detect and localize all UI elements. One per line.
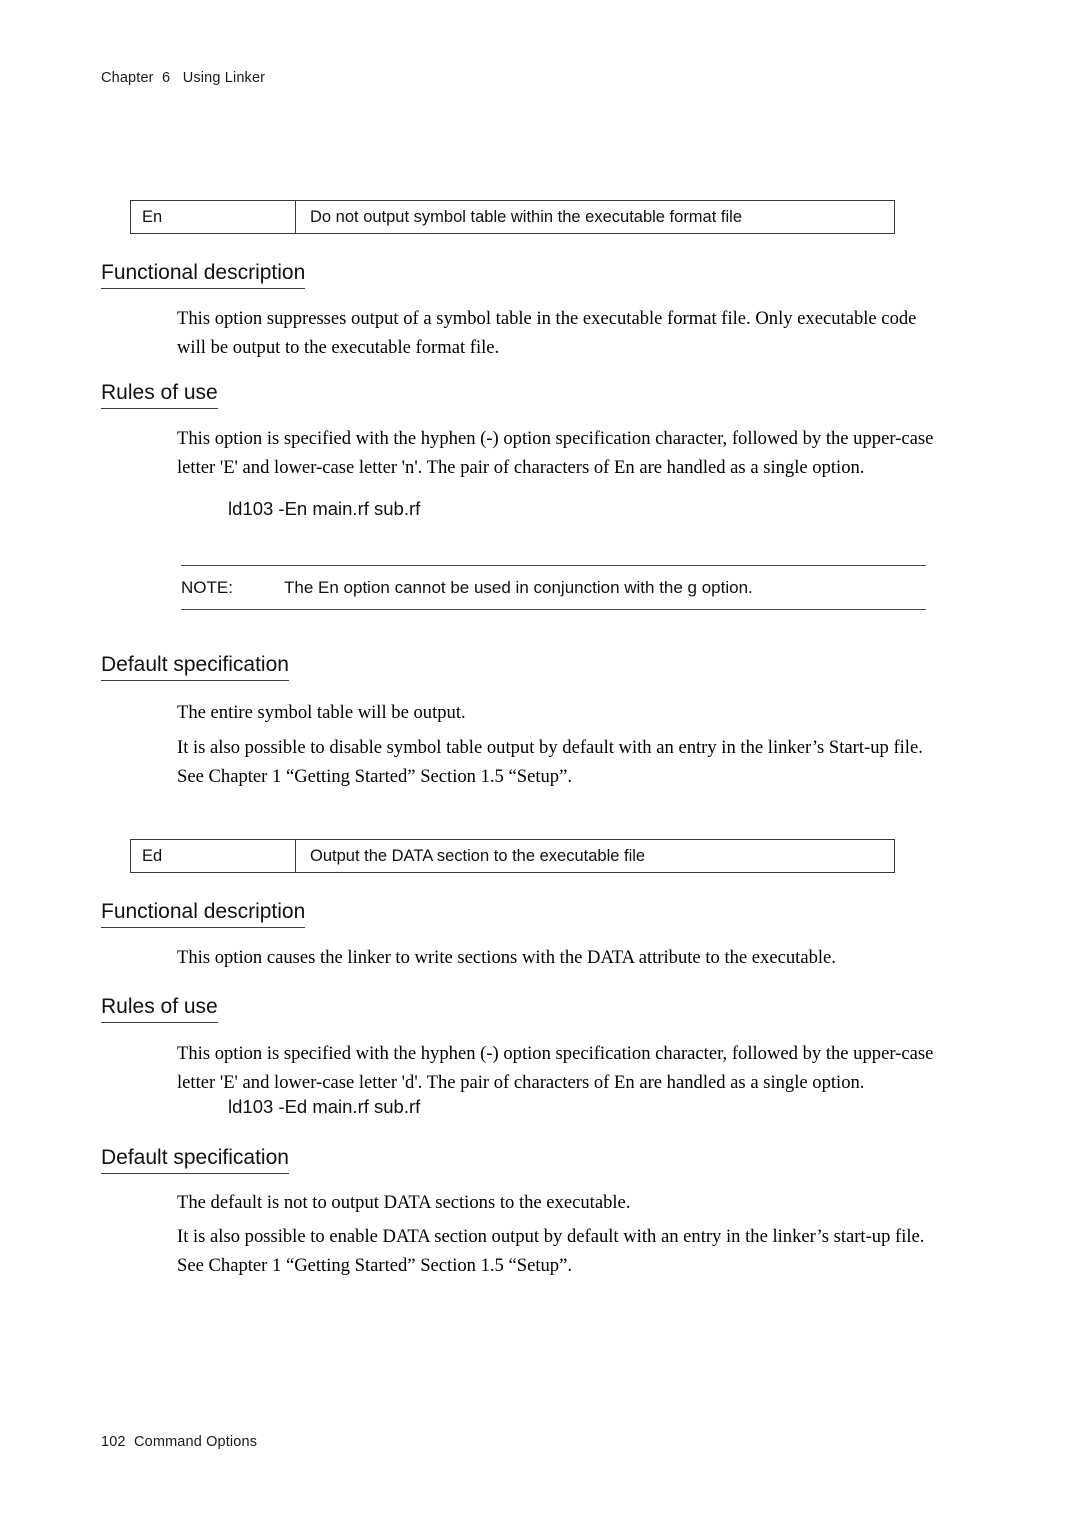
note-label: NOTE: (181, 578, 233, 597)
paragraph-line: This option is specified with the hyphen… (177, 1043, 934, 1064)
paragraph-rules-of-use-ed: This option is specified with the hyphen… (177, 1039, 933, 1097)
paragraph-line: letter 'E' and lower-case letter 'd'. Th… (177, 1072, 865, 1093)
paragraph-line: This option is specified with the hyphen… (177, 428, 934, 449)
paragraph-default-specification-en-1: The entire symbol table will be output. (177, 698, 933, 727)
running-foot: 102 Command Options (101, 1434, 258, 1450)
paragraph-functional-description-ed: This option causes the linker to write s… (177, 943, 933, 972)
paragraph-line: It is also possible to disable symbol ta… (177, 737, 923, 758)
paragraph-functional-description-en: This option suppresses output of a symbo… (177, 304, 933, 362)
option-description-cell: Output the DATA section to the executabl… (310, 846, 646, 865)
paragraph-default-specification-ed-2: It is also possible to enable DATA secti… (177, 1222, 933, 1280)
option-summary-box-ed: Ed Output the DATA section to the execut… (130, 839, 895, 873)
document-page: Chapter 6 Using Linker En Do not output … (0, 0, 1080, 1528)
paragraph-line: This option causes the linker to write s… (177, 947, 836, 968)
paragraph-default-specification-ed-1: The default is not to output DATA sectio… (177, 1188, 933, 1217)
note-text: The En option cannot be used in conjunct… (284, 578, 753, 597)
heading-default-specification-ed: Default specification (101, 1146, 289, 1174)
heading-rules-of-use-ed: Rules of use (101, 995, 218, 1023)
heading-rules-of-use-en: Rules of use (101, 381, 218, 409)
paragraph-line: The entire symbol table will be output. (177, 702, 466, 723)
option-summary-box-en: En Do not output symbol table within the… (130, 200, 895, 234)
paragraph-line: The default is not to output DATA sectio… (177, 1192, 631, 1213)
heading-functional-description-en: Functional description (101, 261, 306, 289)
paragraph-line: It is also possible to enable DATA secti… (177, 1226, 925, 1247)
command-example-en: ld103 -En main.rf sub.rf (228, 498, 421, 519)
option-name-cell: Ed (131, 840, 296, 872)
option-description-cell: Do not output symbol table within the ex… (310, 207, 742, 226)
note-block-en: NOTE: The En option cannot be used in co… (181, 565, 926, 610)
heading-functional-description-ed: Functional description (101, 900, 306, 928)
command-example-ed: ld103 -Ed main.rf sub.rf (228, 1096, 421, 1117)
running-head: Chapter 6 Using Linker (101, 70, 266, 86)
paragraph-line: This option suppresses output of a symbo… (177, 308, 917, 329)
paragraph-line: letter 'E' and lower-case letter 'n'. Th… (177, 457, 865, 478)
heading-default-specification-en: Default specification (101, 653, 289, 681)
note-rule-bottom (181, 609, 926, 610)
note-row: NOTE: The En option cannot be used in co… (181, 566, 926, 609)
option-name-cell: En (131, 201, 296, 233)
paragraph-line: See Chapter 1 “Getting Started” Section … (177, 1255, 573, 1276)
paragraph-default-specification-en-2: It is also possible to disable symbol ta… (177, 733, 933, 791)
paragraph-line: will be output to the executable format … (177, 337, 500, 358)
paragraph-rules-of-use-en: This option is specified with the hyphen… (177, 424, 933, 482)
paragraph-line: See Chapter 1 “Getting Started” Section … (177, 766, 573, 787)
